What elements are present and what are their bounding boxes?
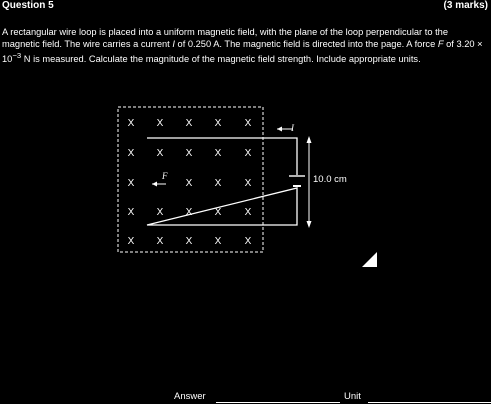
field-symbol: X [128, 178, 135, 189]
answer-field[interactable] [216, 402, 340, 403]
corner-marker [362, 252, 377, 267]
current-arrowhead [277, 126, 282, 132]
answer-label: Answer [174, 391, 206, 402]
field-symbol: X [245, 207, 252, 218]
field-symbol: X [186, 148, 193, 159]
field-symbol: X [215, 118, 222, 129]
answer-row: Answer Unit [174, 391, 491, 404]
field-symbol: X [128, 236, 135, 247]
field-symbol: X [215, 178, 222, 189]
unit-label: Unit [344, 391, 361, 402]
dimension-label: 10.0 cm [313, 174, 347, 185]
dimension-arrow-top [306, 136, 312, 143]
field-symbol: X [128, 148, 135, 159]
field-symbol: X [215, 207, 222, 218]
field-symbol: X [186, 178, 193, 189]
field-symbol: X [215, 236, 222, 247]
field-symbol: X [157, 118, 164, 129]
dimension-arrow-bottom [306, 221, 312, 228]
field-symbol: X [157, 236, 164, 247]
field-symbol: X [128, 118, 135, 129]
field-symbol: X [186, 207, 193, 218]
field-symbol: X [245, 118, 252, 129]
unit-field[interactable] [368, 402, 491, 403]
field-symbol: X [245, 236, 252, 247]
force-label: F [161, 171, 168, 181]
field-symbol: X [245, 178, 252, 189]
field-symbol: X [157, 207, 164, 218]
field-symbol: X [215, 148, 222, 159]
force-arrowhead [152, 181, 157, 187]
field-symbol: X [128, 207, 135, 218]
field-symbol: X [157, 148, 164, 159]
field-symbol: X [245, 148, 252, 159]
current-label: I [290, 123, 295, 133]
field-symbol: X [186, 118, 193, 129]
magnetic-field-diagram: I F X X X X X X X X X X X X X X X X X X X X X X X X [117, 106, 377, 267]
wire-loop [146, 137, 298, 226]
field-symbol: X [186, 236, 193, 247]
